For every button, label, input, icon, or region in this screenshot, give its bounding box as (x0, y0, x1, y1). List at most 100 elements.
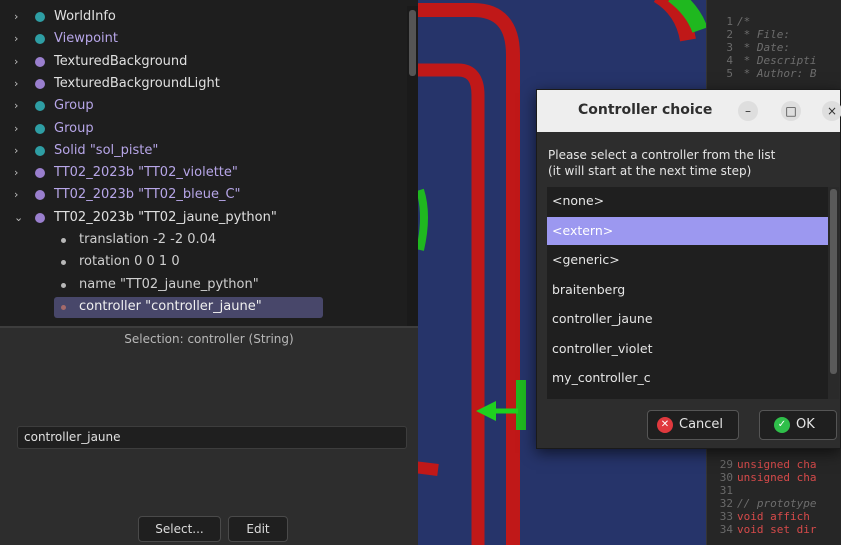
controller-choice-dialog: Controller choice – □ × Please select a … (536, 89, 841, 449)
code-line: 2 * File: (715, 29, 790, 41)
cancel-button[interactable]: ✕ Cancel (647, 410, 739, 440)
chevron-right-icon[interactable]: › (14, 184, 18, 206)
scrollbar-thumb[interactable] (830, 189, 837, 374)
controller-list-item[interactable]: <generic> (547, 246, 828, 274)
tree-node-label: TexturedBackground (54, 53, 188, 69)
chevron-right-icon[interactable]: › (14, 162, 18, 184)
tree-node-label: Viewpoint (54, 31, 119, 47)
code-text: void affich (737, 510, 810, 523)
check-circle-icon: ✓ (774, 417, 790, 433)
code-line: 31 (715, 485, 737, 497)
node-icon (35, 145, 45, 156)
node-icon (35, 78, 45, 89)
controller-list-item[interactable]: <extern> (547, 216, 828, 245)
dialog-message-line: Please select a controller from the list (548, 148, 776, 162)
tree-node[interactable]: › Solid "sol_piste" (0, 140, 407, 162)
tree-field-label: rotation 0 0 1 0 (79, 254, 180, 270)
dialog-message-line: (it will start at the next time step) (548, 164, 752, 178)
tree-node[interactable]: › WorldInfo (0, 6, 407, 28)
tree-node-label: Group (54, 120, 94, 136)
code-line: 1 /* (715, 16, 750, 28)
tree-field[interactable]: translation -2 -2 0.04 (0, 229, 407, 251)
field-bullet-icon (61, 304, 66, 310)
chevron-right-icon[interactable]: › (14, 118, 18, 140)
tree-field-label: controller "controller_jaune" (79, 298, 262, 314)
line-number: 34 (719, 523, 733, 536)
tree-node[interactable]: › TT02_2023b "TT02_bleue_C" (0, 184, 407, 206)
tree-node[interactable]: › Group (0, 95, 407, 117)
code-line: 4 * Descripti (715, 55, 816, 67)
node-icon (35, 34, 45, 45)
close-button[interactable]: × (822, 101, 841, 121)
scene-tree: › WorldInfo › Viewpoint › TexturedBackground ›… (0, 6, 407, 326)
maximize-button[interactable]: □ (781, 101, 801, 121)
field-bullet-icon (61, 260, 66, 266)
chevron-right-icon[interactable]: › (14, 73, 18, 95)
controller-list-item[interactable]: braitenberg (547, 276, 828, 304)
ok-label: OK (796, 417, 815, 432)
tree-field-selected[interactable]: controller "controller_jaune" (0, 296, 407, 318)
code-text: * Author: B (737, 67, 817, 80)
tree-field-label: translation -2 -2 0.04 (79, 232, 217, 247)
tree-field[interactable]: rotation 0 0 1 0 (0, 251, 407, 273)
code-line: 3 * Date: (715, 42, 790, 54)
line-number: 1 (726, 15, 733, 28)
tree-node[interactable]: › TexturedBackground (0, 51, 407, 73)
dialog-titlebar[interactable]: Controller choice – □ × (537, 90, 841, 132)
code-text: // prototype (737, 497, 817, 510)
field-bullet-icon (61, 238, 66, 243)
edit-button[interactable]: Edit (228, 516, 288, 542)
code-line: 30 unsigned cha (715, 471, 817, 484)
tree-node-label: Solid "sol_piste" (54, 142, 159, 158)
track-left-green (418, 188, 428, 251)
scene-tree-scrollbar[interactable] (407, 6, 418, 326)
tree-node[interactable]: › TexturedBackgroundLight (0, 73, 407, 95)
controller-list-item[interactable]: controller_violet (547, 335, 828, 363)
dialog-title: Controller choice (578, 102, 713, 118)
code-line: 33 void affich (715, 511, 810, 523)
field-bullet-icon (61, 282, 66, 288)
chevron-right-icon[interactable]: › (14, 6, 18, 28)
node-icon (35, 190, 45, 201)
tree-node[interactable]: › TT02_2023b "TT02_violette" (0, 162, 407, 184)
controller-value-field[interactable]: controller_jaune (17, 426, 407, 449)
code-text: void set dir (737, 523, 817, 536)
chevron-right-icon[interactable]: › (14, 51, 18, 73)
chevron-right-icon[interactable]: › (14, 140, 18, 162)
controller-list-item[interactable]: controller_jaune (547, 305, 828, 333)
code-line: 5 * Author: B (715, 68, 816, 80)
tree-field[interactable]: name "TT02_jaune_python" (0, 274, 407, 296)
node-icon (35, 56, 45, 67)
controller-list-scrollbar[interactable] (828, 187, 839, 399)
node-icon (35, 101, 45, 112)
controller-list[interactable]: <none> <extern> <generic> braitenberg contro… (547, 187, 828, 399)
code-text: * Descripti (737, 54, 817, 67)
ok-button[interactable]: ✓ OK (759, 410, 837, 440)
x-circle-icon: ✕ (657, 417, 673, 433)
line-number: 33 (719, 510, 733, 523)
line-number: 3 (726, 41, 733, 54)
controller-list-item[interactable]: <none> (547, 187, 828, 215)
tree-node-label: TT02_2023b "TT02_violette" (54, 165, 238, 181)
line-number: 2 (726, 28, 733, 41)
scrollbar-thumb[interactable] (409, 10, 416, 76)
field-editor-panel: Selection: controller (String) controlle… (0, 326, 418, 545)
controller-list-item[interactable]: my_controller_c (547, 364, 828, 392)
node-icon (35, 168, 45, 179)
tree-node[interactable]: ⌄ TT02_2023b "TT02_jaune_python" (0, 207, 407, 229)
node-icon (35, 123, 45, 134)
line-number: 31 (719, 484, 733, 497)
cancel-label: Cancel (679, 417, 724, 432)
line-number: 4 (726, 54, 733, 67)
select-button[interactable]: Select... (138, 516, 221, 542)
line-number: 29 (719, 458, 733, 471)
code-text: /* (737, 15, 751, 28)
code-text: unsigned cha (737, 471, 817, 484)
tree-node-label: TexturedBackgroundLight (54, 75, 220, 91)
chevron-right-icon[interactable]: › (14, 28, 18, 50)
minimize-button[interactable]: – (738, 101, 758, 121)
chevron-down-icon[interactable]: ⌄ (14, 207, 23, 229)
tree-node[interactable]: › Viewpoint (0, 28, 407, 50)
chevron-right-icon[interactable]: › (14, 95, 18, 117)
tree-node[interactable]: › Group (0, 118, 407, 140)
